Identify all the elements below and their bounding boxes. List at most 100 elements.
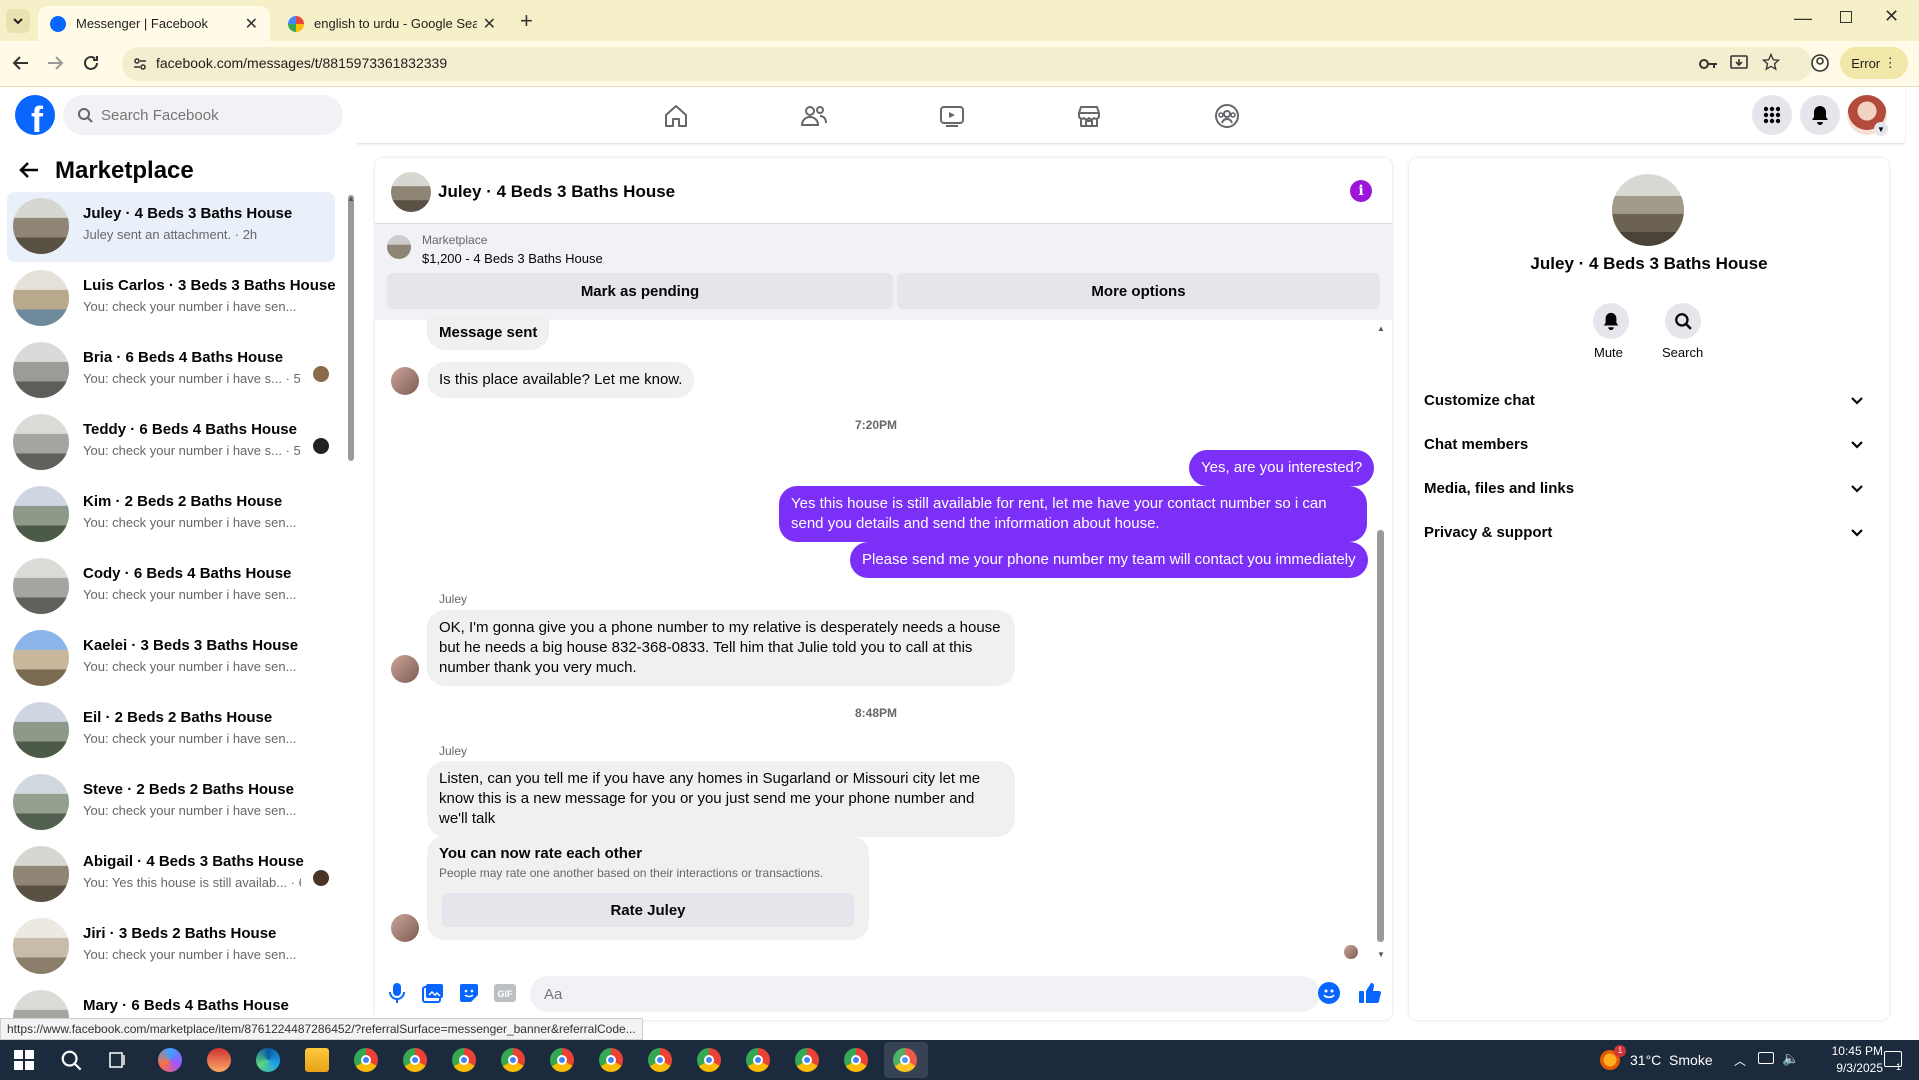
conversation-item[interactable]: Cody · 6 Beds 4 Baths House You: check yo… [7,552,335,622]
attach-image-icon[interactable] [421,981,445,1005]
start-button[interactable] [14,1050,34,1070]
details-avatar[interactable] [1612,174,1684,246]
more-options-button[interactable]: More options [897,273,1380,309]
conversation-item[interactable]: Kim · 2 Beds 2 Baths House You: check you… [7,480,335,550]
back-arrow-icon[interactable] [18,160,40,180]
listing-thumbnail[interactable] [387,235,411,259]
password-key-icon[interactable] [1698,55,1718,73]
account-chevron-icon[interactable]: ▼ [1874,122,1888,136]
outgoing-message-bubble[interactable]: Please send me your phone number my team… [850,542,1368,578]
info-icon[interactable]: i [1350,180,1372,202]
message-bubble[interactable]: Is this place available? Let me know. [427,362,695,398]
task-view-icon[interactable] [108,1050,128,1070]
conversation-item[interactable]: Kaelei · 3 Beds 3 Baths House You: check … [7,624,335,694]
menu-button[interactable] [1752,95,1792,135]
chrome-icon[interactable] [403,1048,427,1072]
chat-header-title[interactable]: Juley · 4 Beds 3 Baths House [438,182,675,202]
close-icon[interactable]: ✕ [245,14,258,34]
restore-button[interactable] [1840,11,1852,23]
nav-marketplace[interactable] [1069,96,1109,136]
tab-search-button[interactable] [6,9,30,33]
message-bubble[interactable]: Listen, can you tell me if you have any … [427,761,1015,837]
copilot-icon[interactable] [158,1048,182,1072]
message-bubble[interactable]: OK, I'm gonna give you a phone number to… [427,610,1015,686]
outgoing-message-bubble[interactable]: Yes, are you interested? [1189,450,1375,486]
nav-friends[interactable] [794,96,834,136]
chrome-icon[interactable] [501,1048,525,1072]
network-icon[interactable] [1758,1052,1774,1064]
notifications-button[interactable] [1800,95,1840,135]
chrome-icon[interactable] [599,1048,623,1072]
chrome-icon[interactable] [452,1048,476,1072]
conversation-item[interactable]: Jiri · 3 Beds 2 Baths House You: check yo… [7,912,335,982]
conversation-item[interactable]: Steve · 2 Beds 2 Baths House You: check y… [7,768,335,838]
nav-home[interactable] [656,96,696,136]
message-bubble[interactable]: Message sent [427,316,550,350]
edge-icon[interactable] [256,1048,280,1072]
chat-scrollbar[interactable] [1377,530,1384,942]
forward-button[interactable] [40,48,70,78]
bookmark-star-icon[interactable] [1762,53,1780,71]
tray-chevron-icon[interactable]: ︿ [1734,1052,1746,1069]
back-button[interactable] [6,48,36,78]
file-explorer-icon[interactable] [305,1048,329,1072]
message-composer[interactable] [530,976,1320,1012]
details-section[interactable]: Chat members [1424,426,1874,462]
tab-messenger[interactable]: Messenger | Facebook ✕ [38,6,270,41]
conversation-name: Luis Carlos · 3 Beds 3 Baths House [83,277,336,294]
conversation-item[interactable]: Juley · 4 Beds 3 Baths House Juley sent a… [7,192,335,262]
facebook-search[interactable] [63,95,343,135]
clock-time[interactable]: 10:45 PM [1813,1044,1883,1058]
details-section[interactable]: Customize chat [1424,382,1874,418]
minimize-button[interactable]: — [1794,8,1812,29]
nav-video[interactable] [932,96,972,136]
conversation-item[interactable]: Abigail · 4 Beds 3 Baths House You: Yes t… [7,840,335,910]
conversation-item[interactable]: Luis Carlos · 3 Beds 3 Baths House You: c… [7,264,336,334]
chrome-icon[interactable] [844,1048,868,1072]
install-app-icon[interactable] [1730,54,1750,72]
close-icon[interactable]: ✕ [483,14,496,34]
close-window-button[interactable]: ✕ [1884,6,1899,27]
taskbar-search-icon[interactable] [60,1049,82,1071]
listing-title[interactable]: $1,200 - 4 Beds 3 Baths House [422,251,603,266]
nav-groups[interactable] [1207,96,1247,136]
scroll-up-arrow-icon[interactable]: ▲ [1377,324,1385,333]
conversation-list-scrollbar[interactable] [348,195,354,461]
site-info-icon[interactable] [132,56,148,72]
details-section[interactable]: Media, files and links [1424,470,1874,506]
gif-icon[interactable]: GIF [493,981,517,1005]
app-icon[interactable] [207,1048,231,1072]
sticker-icon[interactable] [457,981,481,1005]
chrome-icon[interactable] [354,1048,378,1072]
volume-icon[interactable]: 🔈 [1782,1050,1799,1067]
conversation-item[interactable]: Bria · 6 Beds 4 Baths House You: check yo… [7,336,335,406]
message-input[interactable] [544,985,1244,1003]
chrome-icon[interactable] [746,1048,770,1072]
conversation-item[interactable]: Eil · 2 Beds 2 Baths House You: check you… [7,696,335,766]
outgoing-message-bubble[interactable]: Yes this house is still available for re… [779,486,1367,542]
emoji-icon[interactable] [1318,982,1340,1004]
tab-google-search[interactable]: english to urdu - Google Search ✕ [276,6,508,41]
mute-button[interactable] [1593,303,1629,339]
new-tab-button[interactable]: + [520,8,533,34]
weather-text[interactable]: 31°C Smoke [1630,1052,1713,1068]
chrome-icon[interactable] [648,1048,672,1072]
scroll-up-arrow-icon[interactable]: ▲ [347,194,355,203]
conversation-item[interactable]: Teddy · 6 Beds 4 Baths House You: check y… [7,408,335,478]
facebook-search-input[interactable] [101,106,321,124]
thumbs-up-icon[interactable] [1358,981,1382,1005]
chrome-icon[interactable] [795,1048,819,1072]
chrome-icon[interactable] [550,1048,574,1072]
chrome-icon[interactable] [697,1048,721,1072]
search-in-chat-button[interactable] [1665,303,1701,339]
error-profile-button[interactable]: Error ⋮ [1840,47,1908,79]
scroll-down-arrow-icon[interactable]: ▼ [1377,950,1385,959]
profile-icon[interactable] [1810,53,1830,73]
reload-button[interactable] [76,48,106,78]
voice-clip-icon[interactable] [385,981,409,1005]
facebook-logo-icon[interactable]: f [15,95,55,135]
details-section[interactable]: Privacy & support [1424,514,1874,550]
chat-header-avatar[interactable] [391,172,431,212]
rate-juley-button[interactable]: Rate Juley [442,893,854,927]
mark-as-pending-button[interactable]: Mark as pending [387,273,893,309]
